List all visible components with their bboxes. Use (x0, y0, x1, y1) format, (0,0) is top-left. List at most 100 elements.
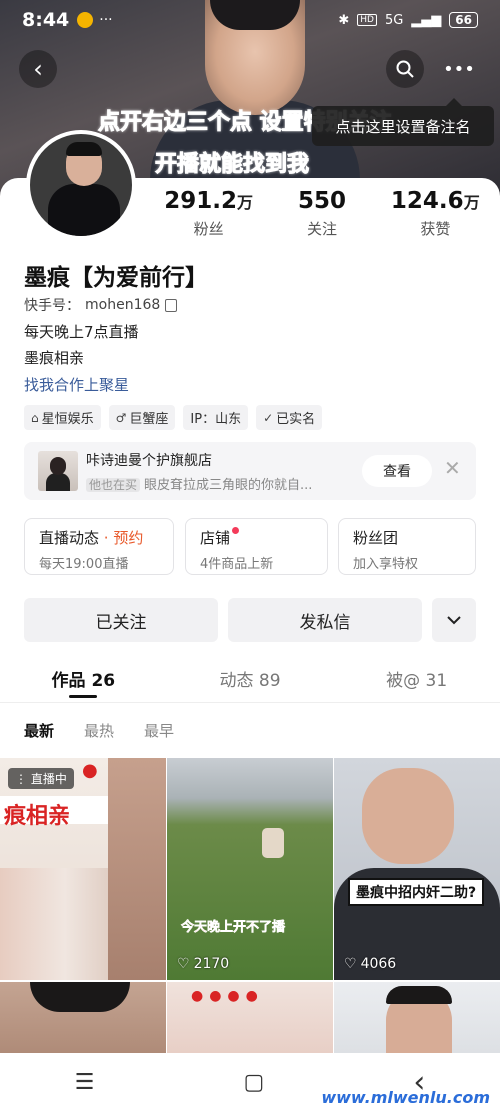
copy-icon[interactable] (165, 298, 178, 312)
feature-title: 直播动态 (39, 529, 100, 547)
signal-icon: ▂▄▆ (411, 12, 442, 28)
stat-fans[interactable]: 291.2万 粉丝 (152, 188, 265, 239)
stat-value: 550 (297, 188, 346, 214)
person-figure (262, 828, 284, 858)
back-arrow-icon: ‹ (33, 55, 43, 83)
stat-value: 291.2 (164, 188, 238, 214)
search-button[interactable] (386, 50, 424, 88)
person-face (362, 768, 454, 864)
kuaishou-id-row: 快手号： mohen168 (24, 295, 178, 315)
kuaishou-id-label: 快手号： (24, 298, 80, 314)
sort-latest[interactable]: 最新 (24, 720, 54, 741)
video-thumbnail[interactable] (334, 982, 500, 1053)
tags-row: ⌂ 星恒娱乐 ♂ 巨蟹座 IP：山东 ✓ 已实名 (24, 405, 323, 430)
cooperation-link[interactable]: 找我合作上聚星 (24, 374, 129, 395)
sort-earliest[interactable]: 最早 (144, 720, 174, 741)
feature-subtitle: 4件商品上新 (200, 557, 274, 572)
menu-icon[interactable]: ☰ (75, 1070, 95, 1095)
streamer-face (108, 758, 166, 980)
bio-line-2: 墨痕相亲 (24, 349, 85, 367)
back-button[interactable]: ‹ (19, 50, 57, 88)
network-label: 5G (384, 12, 404, 28)
feature-live[interactable]: 直播动态 · 预约 每天19:00直播 (24, 518, 174, 575)
person-hair (386, 986, 452, 1004)
stat-following[interactable]: 550 关注 (265, 188, 378, 239)
sort-hottest[interactable]: 最热 (84, 720, 114, 741)
status-bar: 8:44 ··· ✱ HD 5G ▂▄▆ 66 (0, 0, 500, 40)
avatar-hair (66, 142, 102, 156)
more-actions-button[interactable] (432, 598, 476, 642)
view-shop-button[interactable]: 查看 (362, 455, 432, 487)
likes-value: 4066 (360, 956, 397, 972)
more-notifications-icon: ··· (99, 12, 113, 28)
video-thumbnail-live[interactable]: 痕相亲 ● ⋮ 直播中 (0, 758, 166, 980)
feature-subtitle: 每天19:00直播 (39, 557, 129, 572)
lantern-icon: ● (82, 760, 98, 781)
tag-label: 巨蟹座 (129, 412, 169, 427)
live-badge: ⋮ 直播中 (8, 768, 74, 789)
remark-tooltip[interactable]: 点击这里设置备注名 (312, 98, 494, 146)
male-icon: ♂ (115, 410, 127, 425)
follow-button[interactable]: 已关注 (24, 598, 218, 642)
battery-icon: 66 (449, 12, 478, 28)
sort-options: 最新 最热 最早 (24, 720, 174, 741)
video-thumbnail[interactable]: ●●●● (167, 982, 333, 1053)
feature-shop[interactable]: 店铺 4件商品上新 (185, 518, 328, 575)
tag-agency[interactable]: ⌂ 星恒娱乐 (24, 405, 101, 430)
tag-ip: IP：山东 (183, 405, 249, 430)
kuaishou-id: mohen168 (85, 297, 161, 313)
shop-title: 咔诗迪曼个护旗舰店 (86, 453, 212, 469)
feature-title: 粉丝团 (353, 529, 399, 547)
live-dots-icon: ⋮ (15, 772, 31, 786)
video-thumbnail-field[interactable]: 今天晚上开不了播 ♡ 2170 (167, 758, 333, 980)
chevron-down-icon (447, 616, 461, 625)
divider (0, 702, 500, 703)
video-caption: 墨痕中招内奸二助? (348, 878, 485, 906)
bluetooth-icon: ✱ (338, 12, 350, 28)
stat-label: 获赞 (420, 220, 451, 238)
hd-icon: HD (357, 14, 377, 26)
tag-label: 星恒娱乐 (41, 412, 94, 427)
stat-likes[interactable]: 124.6万 获赞 (379, 188, 492, 239)
cover-overlay-text-2: 开播就能找到我 (154, 152, 310, 178)
tag-label: 已实名 (276, 412, 316, 427)
tab-works[interactable]: 作品 26 (0, 660, 167, 702)
video-thumbnail[interactable] (0, 982, 166, 1053)
bio-line-1: 每天晚上7点直播 (24, 323, 139, 341)
new-dot-icon (232, 527, 240, 534)
video-thumbnail-caption[interactable]: 墨痕中招内奸二助? ♡ 4066 (334, 758, 500, 980)
verified-shield-icon: ✓ (263, 410, 274, 425)
shop-pill: 他也在买 (86, 478, 141, 492)
watermark: www.mlwenlu.com (321, 1088, 490, 1107)
feature-subtitle: 加入享特权 (353, 557, 419, 572)
avatar[interactable] (26, 130, 136, 240)
shop-subtitle-row: 他也在买 眼皮耷拉成三角眼的你就自... (86, 474, 312, 493)
feature-reserve[interactable]: · 预约 (99, 529, 144, 547)
likes-count: ♡ 2170 (177, 956, 229, 972)
feature-fan-club[interactable]: 粉丝团 加入享特权 (338, 518, 476, 575)
feature-title: 店铺 (200, 529, 231, 547)
building-icon: ⌂ (31, 410, 39, 425)
app-notification-icon (77, 12, 94, 28)
stat-unit: 万 (463, 193, 480, 212)
tag-label: IP：山东 (190, 412, 242, 427)
message-button[interactable]: 发私信 (228, 598, 422, 642)
status-time: 8:44 (22, 9, 70, 31)
likes-value: 2170 (193, 956, 230, 972)
close-icon[interactable]: ✕ (444, 456, 461, 480)
shop-recommendation[interactable]: 咔诗迪曼个护旗舰店 他也在买 眼皮耷拉成三角眼的你就自... 查看 ✕ (24, 442, 476, 500)
heart-icon: ♡ (344, 956, 357, 972)
tab-moments[interactable]: 动态 89 (167, 660, 334, 702)
tab-mentions[interactable]: 被@ 31 (333, 660, 500, 702)
stats-row: 291.2万 粉丝 550 关注 124.6万 获赞 (152, 188, 492, 239)
ellipsis-icon: ••• (443, 58, 475, 80)
live-badge-label: 直播中 (30, 772, 67, 786)
more-options-button[interactable]: ••• (440, 50, 478, 88)
stat-label: 关注 (306, 220, 337, 238)
heart-icon: ♡ (177, 956, 190, 972)
home-icon[interactable]: ▢ (243, 1070, 264, 1095)
field-caption: 今天晚上开不了播 (181, 920, 286, 936)
profile-screen: { "status_bar": {"time": "8:44", "batter… (0, 0, 500, 1111)
likes-count: ♡ 4066 (344, 956, 396, 972)
search-icon (396, 60, 414, 78)
